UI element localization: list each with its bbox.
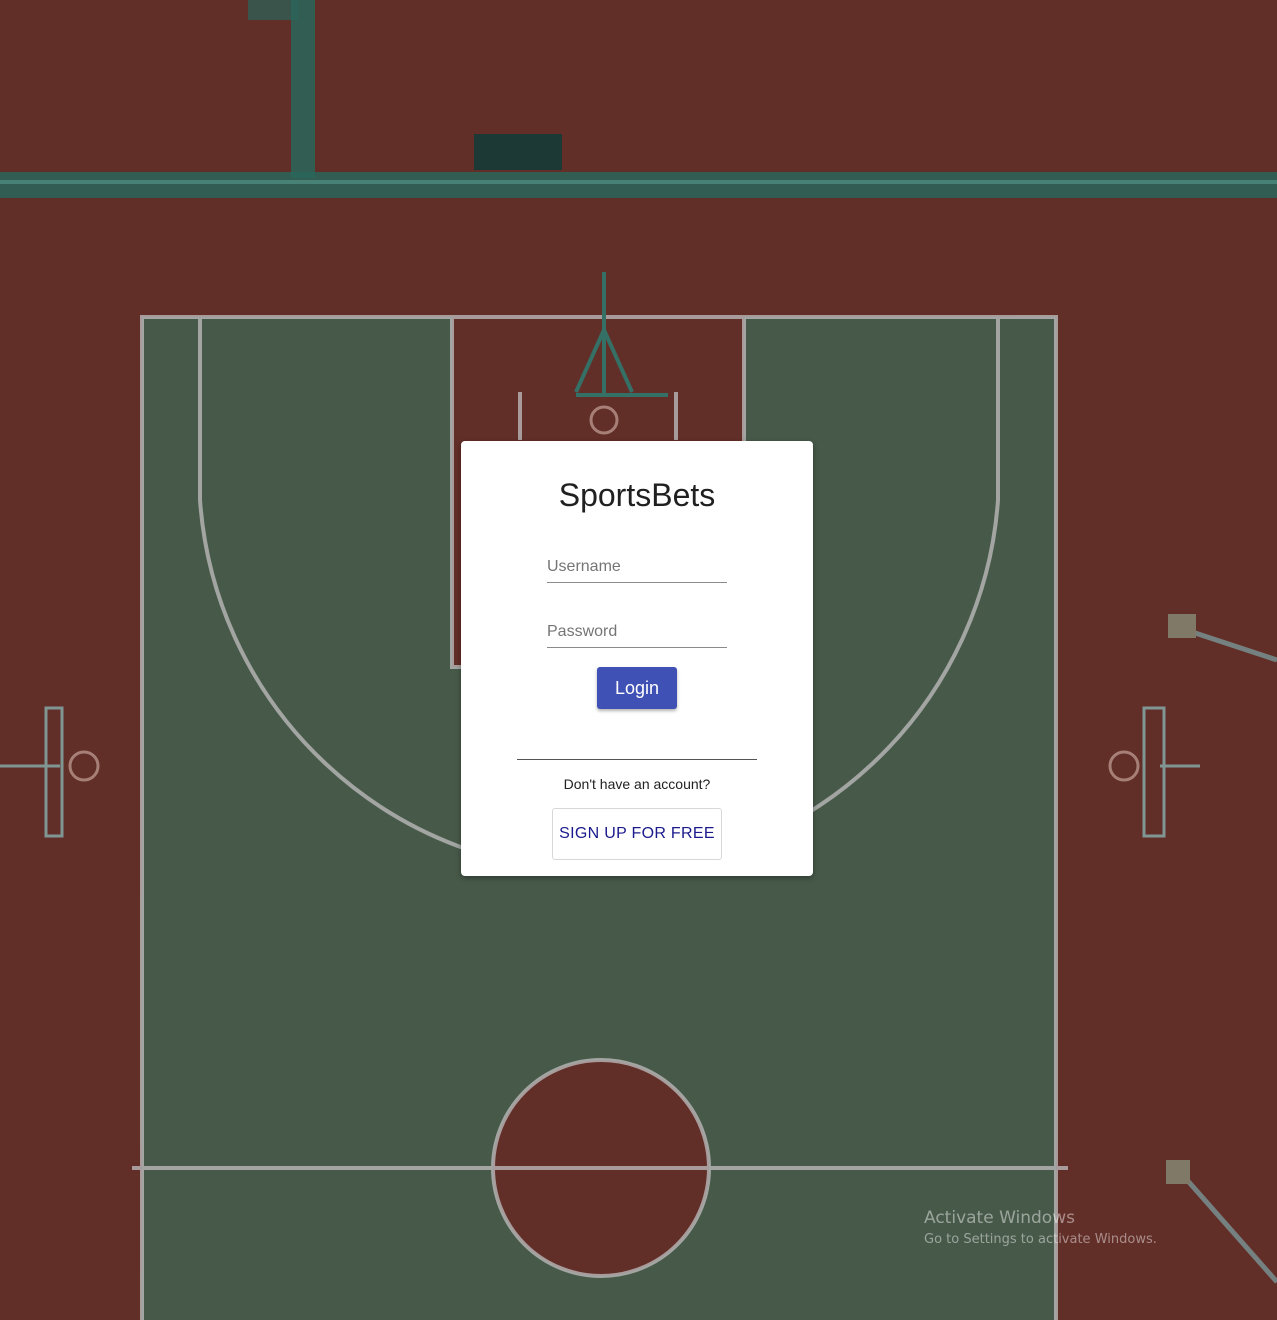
divider <box>517 759 757 760</box>
password-input[interactable] <box>547 617 727 648</box>
login-button[interactable]: Login <box>597 667 677 709</box>
signup-prompt: Don't have an account? <box>563 776 711 792</box>
signup-button[interactable]: SIGN UP FOR FREE <box>552 808 722 860</box>
app-title: SportsBets <box>558 477 716 513</box>
watermark-title: Activate Windows <box>924 1208 1075 1228</box>
activate-windows-watermark: Activate Windows Go to Settings to activ… <box>924 1208 1157 1247</box>
watermark-subtitle: Go to Settings to activate Windows. <box>924 1232 1157 1247</box>
login-card: SportsBets Login Don't have an account? … <box>461 441 813 876</box>
username-input[interactable] <box>547 552 727 583</box>
